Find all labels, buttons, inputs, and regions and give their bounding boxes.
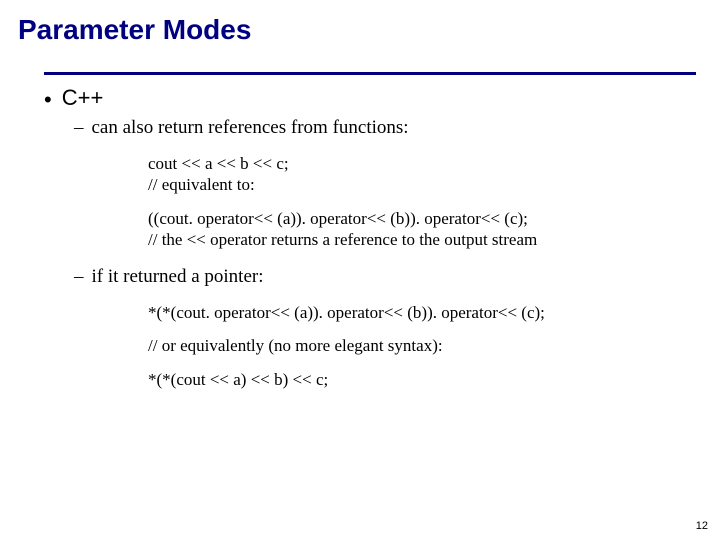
dash-icon: – bbox=[74, 117, 84, 139]
bullet-item-1: • C++ bbox=[44, 85, 696, 111]
code-line: // the << operator returns a reference t… bbox=[148, 229, 696, 250]
code-line: // or equivalently (no more elegant synt… bbox=[148, 335, 696, 356]
bullet-text: C++ bbox=[62, 85, 104, 111]
page-number: 12 bbox=[696, 520, 708, 532]
code-block-2: *(*(cout. operator<< (a)). operator<< (b… bbox=[148, 302, 696, 390]
code-line: ((cout. operator<< (a)). operator<< (b))… bbox=[148, 208, 696, 229]
code-line: // equivalent to: bbox=[148, 174, 696, 195]
sub-bullet-1: – can also return references from functi… bbox=[74, 117, 696, 139]
sub-bullet-2: – if it returned a pointer: bbox=[74, 266, 696, 288]
code-block-1: cout << a << b << c; // equivalent to: (… bbox=[148, 153, 696, 250]
sub-bullet-text: can also return references from function… bbox=[92, 117, 409, 139]
code-line: *(*(cout << a) << b) << c; bbox=[148, 369, 696, 390]
bullet-dot-icon: • bbox=[44, 89, 52, 111]
slide-content: • C++ – can also return references from … bbox=[0, 75, 720, 390]
code-line: *(*(cout. operator<< (a)). operator<< (b… bbox=[148, 302, 696, 323]
dash-icon: – bbox=[74, 266, 84, 288]
slide-title: Parameter Modes bbox=[0, 0, 720, 46]
sub-bullet-text: if it returned a pointer: bbox=[92, 266, 264, 288]
code-line: cout << a << b << c; bbox=[148, 153, 696, 174]
